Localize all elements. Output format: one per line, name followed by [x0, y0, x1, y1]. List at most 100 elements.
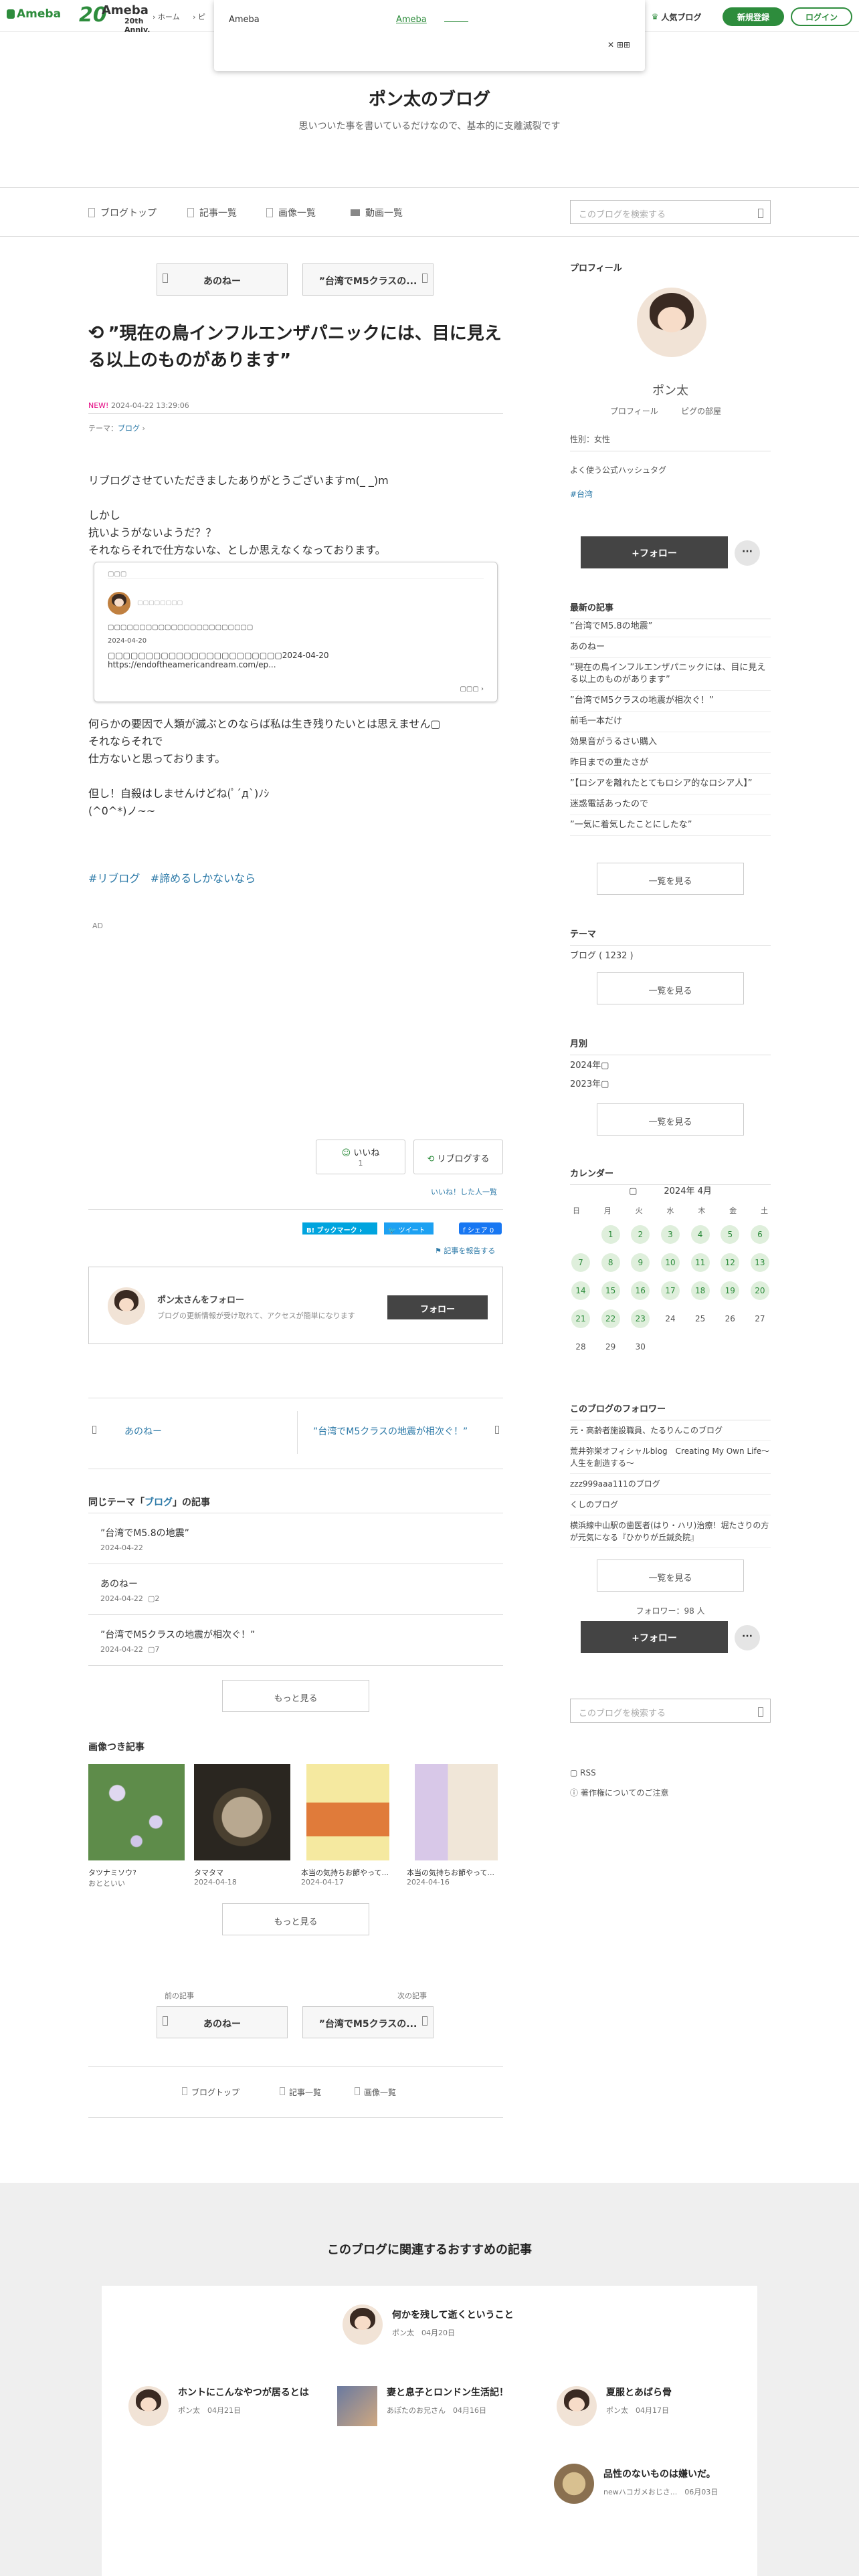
calendar-day[interactable]: 9	[631, 1253, 650, 1272]
calendar-day[interactable]: 18	[690, 1281, 710, 1300]
hashtag-link[interactable]: #リブログ	[88, 872, 140, 885]
calendar-day[interactable]: 2	[631, 1225, 650, 1244]
breadcrumb-home[interactable]: › ホーム	[153, 13, 185, 21]
follower-item[interactable]: くしのブログ	[570, 1495, 771, 1515]
facebook-share-button[interactable]: f シェア 0	[459, 1222, 502, 1235]
calendar-day[interactable]: 12	[721, 1253, 740, 1272]
calendar-day[interactable]: 16	[631, 1281, 650, 1300]
entry-theme-link[interactable]: ブログ	[118, 424, 140, 433]
bottom-nav-image-list[interactable]: 画像一覧	[355, 2086, 396, 2098]
image-article-caption[interactable]: タマタマ 2024-04-18	[194, 1867, 237, 1887]
image-article-thumb[interactable]	[415, 1764, 498, 1860]
nav-blog-top[interactable]: ブログトップ	[88, 206, 157, 219]
calendar-day[interactable]: 13	[750, 1253, 769, 1272]
sidebar-search-input[interactable]: このブログを検索する	[570, 1699, 771, 1723]
follower-item[interactable]: 元・高齢者施設職員、たるりんこのブログ	[570, 1420, 771, 1441]
recent-item[interactable]: 迷惑電話あったので	[570, 794, 771, 815]
calendar-day[interactable]: 3	[660, 1225, 680, 1244]
hashtag-link[interactable]: #諦めるしかないなら	[151, 872, 256, 885]
image-article-thumb[interactable]	[194, 1764, 290, 1860]
tweet-button[interactable]: 🐦 ツイート	[384, 1222, 434, 1235]
recent-see-all-button[interactable]: 一覧を見る	[597, 863, 744, 895]
follower-item[interactable]: zzz999aaa111のブログ	[570, 1474, 771, 1495]
recent-item[interactable]: ”台湾でM5クラスの地震が相次ぐ！”	[570, 691, 771, 712]
month-item[interactable]: 2024年▢	[570, 1058, 609, 1071]
nav-image-list[interactable]: 画像一覧	[266, 206, 316, 219]
copyright-link[interactable]: ⓘ 著作権についてのご注意	[570, 1787, 668, 1798]
register-button[interactable]: 新規登録	[723, 7, 784, 26]
calendar-day[interactable]: 1	[601, 1225, 620, 1244]
next-entry-button-bottom[interactable]: ”台湾でM5クラスの...	[302, 2006, 434, 2038]
calendar-day[interactable]: 11	[690, 1253, 710, 1272]
recent-item[interactable]: 昨日までの重たさが	[570, 753, 771, 774]
recent-item[interactable]: ”【ロシアを離れたとてもロシア的なロシア人】”	[570, 774, 771, 794]
calendar-day[interactable]: 4	[690, 1225, 710, 1244]
login-button[interactable]: ログイン	[791, 7, 852, 26]
calendar-prev-icon[interactable]: ▢	[629, 1186, 637, 1196]
like-button[interactable]: ☺ いいね 1	[316, 1140, 405, 1174]
image-article-caption[interactable]: タツナミソウ? おとといい	[88, 1867, 136, 1889]
next-entry-link-mid[interactable]: ”台湾でM5クラスの地震が相次ぐ！”	[302, 1411, 503, 1455]
rss-link[interactable]: ▢ RSS	[570, 1768, 596, 1778]
official-hashtag-link[interactable]: #台湾	[570, 488, 593, 500]
same-theme-more-button[interactable]: もっと見る	[222, 1680, 369, 1712]
recommend-item[interactable]: 夏服とあばら骨 ポン太 04月17日	[557, 2386, 744, 2426]
nav-entry-list[interactable]: 記事一覧	[187, 206, 237, 219]
popup-link[interactable]: Ameba	[396, 15, 427, 25]
follower-item[interactable]: 横浜線中山駅の歯医者(はり・ハリ)治療！堀たさりの方が元気になる『ひかりが丘鍼灸…	[570, 1515, 771, 1548]
reblog-button[interactable]: ⟲ リブログする	[413, 1140, 503, 1174]
recent-item[interactable]: 前毛一本だけ	[570, 712, 771, 732]
recent-item[interactable]: ”一気に着気したことにしたな”	[570, 815, 771, 836]
followers-see-all-button[interactable]: 一覧を見る	[597, 1560, 744, 1592]
follow-button[interactable]: フォロー	[387, 1295, 488, 1319]
blog-search-input[interactable]: このブログを検索する	[570, 200, 771, 224]
month-item[interactable]: 2023年▢	[570, 1077, 609, 1089]
calendar-day[interactable]: 15	[601, 1281, 620, 1300]
reblog-embed-card[interactable]: ▢▢▢ ▢▢▢▢▢▢▢▢ ▢▢▢▢▢▢▢▢▢▢▢▢▢▢▢▢▢▢▢▢▢▢▢ 202…	[94, 562, 498, 702]
image-article-thumb[interactable]	[306, 1764, 389, 1860]
recent-item[interactable]: あのねー	[570, 637, 771, 658]
prev-entry-link-mid[interactable]: あのねー	[88, 1411, 289, 1455]
bottom-nav-entry-list[interactable]: 記事一覧	[280, 2086, 321, 2098]
calendar-day[interactable]: 8	[601, 1253, 620, 1272]
prev-entry-button-top[interactable]: あのねー	[157, 263, 288, 296]
calendar-day[interactable]: 14	[571, 1281, 590, 1300]
follower-item[interactable]: 荒井弥栄オフィシャルblog Creating My Own Life〜人生を創…	[570, 1441, 771, 1474]
calendar-day[interactable]: 5	[721, 1225, 740, 1244]
calendar-day[interactable]: 6	[750, 1225, 769, 1244]
more-options-button[interactable]: ···	[735, 540, 760, 566]
more-options-button-2[interactable]: ···	[735, 1625, 760, 1650]
hatena-bookmark-button[interactable]: B! ブックマーク ›	[302, 1222, 377, 1235]
recommend-item[interactable]: 何かを残して逝くということ ポン太 04月20日	[343, 2304, 514, 2345]
calendar-day[interactable]: 23	[631, 1309, 650, 1328]
calendar-day[interactable]: 19	[721, 1281, 740, 1300]
bottom-nav-blog-top[interactable]: ブログトップ	[182, 2086, 240, 2098]
image-article-thumb[interactable]	[88, 1764, 185, 1860]
image-article-caption[interactable]: 本当の気持ちお節やって... 2024-04-17	[301, 1867, 395, 1887]
breadcrumb-pigg[interactable]: › ピ	[193, 13, 211, 21]
image-article-caption[interactable]: 本当の気持ちお節やって... 2024-04-16	[407, 1867, 500, 1887]
sidebar-follow-button-2[interactable]: +フォロー	[581, 1621, 728, 1653]
calendar-day[interactable]: 7	[571, 1253, 590, 1272]
month-see-all-button[interactable]: 一覧を見る	[597, 1103, 744, 1136]
calendar-day[interactable]: 20	[750, 1281, 769, 1300]
calendar-day[interactable]: 10	[660, 1253, 680, 1272]
theme-item[interactable]: ブログ ( 1232 )	[570, 948, 634, 961]
pigg-room-link[interactable]: ピグの部屋	[681, 405, 721, 417]
recommend-item[interactable]: ホントにこんなやつが居るとは ポン太 04月21日	[128, 2386, 316, 2426]
calendar-day[interactable]: 21	[571, 1309, 590, 1328]
prev-entry-button-bottom[interactable]: あのねー	[157, 2006, 288, 2038]
image-articles-more-button[interactable]: もっと見る	[222, 1903, 369, 1935]
embed-more-link[interactable]: ▢▢▢ ›	[460, 685, 484, 693]
popular-blogs-link[interactable]: ♛ 人気ブログ	[646, 7, 706, 26]
profile-name[interactable]: ポン太	[570, 381, 771, 399]
ameba-logo[interactable]: Ameba	[7, 7, 61, 21]
report-link[interactable]: ⚑ 記事を報告する	[435, 1245, 495, 1256]
calendar-day[interactable]: 17	[660, 1281, 680, 1300]
calendar-day[interactable]: 22	[601, 1309, 620, 1328]
recent-item[interactable]: ”現在の鳥インフルエンザパニックには、目に見える以上のものがあります”	[570, 658, 771, 691]
next-entry-button-top[interactable]: ”台湾でM5クラスの...	[302, 263, 434, 296]
recommend-item[interactable]: 妻と息子とロンドン生活記！ あぽたのお兄さん 04月16日	[337, 2386, 524, 2426]
sidebar-follow-button[interactable]: +フォロー	[581, 536, 728, 568]
profile-link[interactable]: プロフィール	[610, 405, 658, 417]
